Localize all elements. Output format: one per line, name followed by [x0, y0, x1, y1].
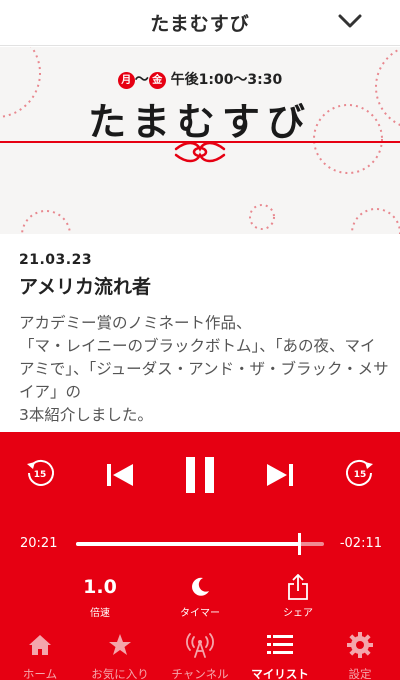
speed-label: 倍速: [90, 608, 110, 619]
share-label: シェア: [283, 608, 313, 619]
timer-button[interactable]: タイマー: [160, 572, 240, 619]
tab-settings-label: 設定: [348, 667, 372, 680]
tab-channel-label: チャンネル: [171, 667, 229, 680]
timer-label: タイマー: [180, 608, 220, 619]
episode-title: アメリカ流れ者: [19, 276, 152, 298]
list-icon: [267, 635, 293, 654]
tab-mylist-label: マイリスト: [251, 667, 309, 680]
progress-slider[interactable]: [76, 533, 324, 555]
header: たまむすび: [0, 0, 400, 46]
previous-track-icon[interactable]: [106, 464, 134, 486]
star-icon: [109, 634, 131, 655]
day-separator: 〜: [134, 72, 149, 88]
episode-description: アカデミー賞のノミネート作品、 「マ・レイニーのブラックボトム」、「あの夜、マイ…: [19, 314, 389, 424]
chevron-down-icon[interactable]: [338, 11, 362, 31]
elapsed-time: 20:21: [20, 536, 58, 551]
tab-home-label: ホーム: [22, 667, 58, 680]
tab-settings[interactable]: 設定: [320, 630, 400, 680]
moon-icon: [192, 577, 209, 596]
program-logo: たまむすび: [88, 100, 312, 144]
speed-button[interactable]: 1.0 倍速: [60, 572, 140, 619]
progress-thumb[interactable]: [298, 533, 302, 555]
broadcast-schedule: 月〜金 午後1:00〜3:30: [0, 69, 400, 89]
pause-icon[interactable]: [186, 457, 214, 493]
player-panel: 15 15 20:21 -02:11 1.0 倍速 タイマー シェア ホーム お…: [0, 432, 400, 680]
remaining-time: -02:11: [339, 536, 382, 551]
next-track-icon[interactable]: [266, 464, 294, 486]
share-icon: [288, 574, 308, 600]
tab-home[interactable]: ホーム: [0, 630, 80, 680]
speed-value: 1.0: [83, 576, 117, 598]
tab-favorites-label: お気に入り: [91, 667, 149, 680]
progress-fill: [76, 542, 300, 546]
day-end-badge: 金: [148, 72, 166, 89]
gear-icon: [347, 632, 373, 658]
program-banner: 月〜金 午後1:00〜3:30 たまむすび: [0, 47, 400, 234]
share-button[interactable]: シェア: [258, 572, 338, 619]
rewind-seconds-label: 15: [33, 470, 47, 480]
tab-favorites[interactable]: お気に入り: [80, 630, 160, 680]
antenna-icon: [186, 633, 214, 658]
rewind-15-button[interactable]: 15: [24, 459, 56, 491]
home-icon: [29, 635, 51, 655]
day-start-badge: 月: [117, 72, 135, 89]
broadcast-time: 午後1:00〜3:30: [170, 72, 283, 88]
tab-channel[interactable]: チャンネル: [160, 630, 240, 680]
forward-seconds-label: 15: [353, 470, 367, 480]
forward-15-button[interactable]: 15: [344, 459, 376, 491]
tab-mylist[interactable]: マイリスト: [240, 630, 320, 680]
episode-date: 21.03.23: [19, 252, 93, 268]
